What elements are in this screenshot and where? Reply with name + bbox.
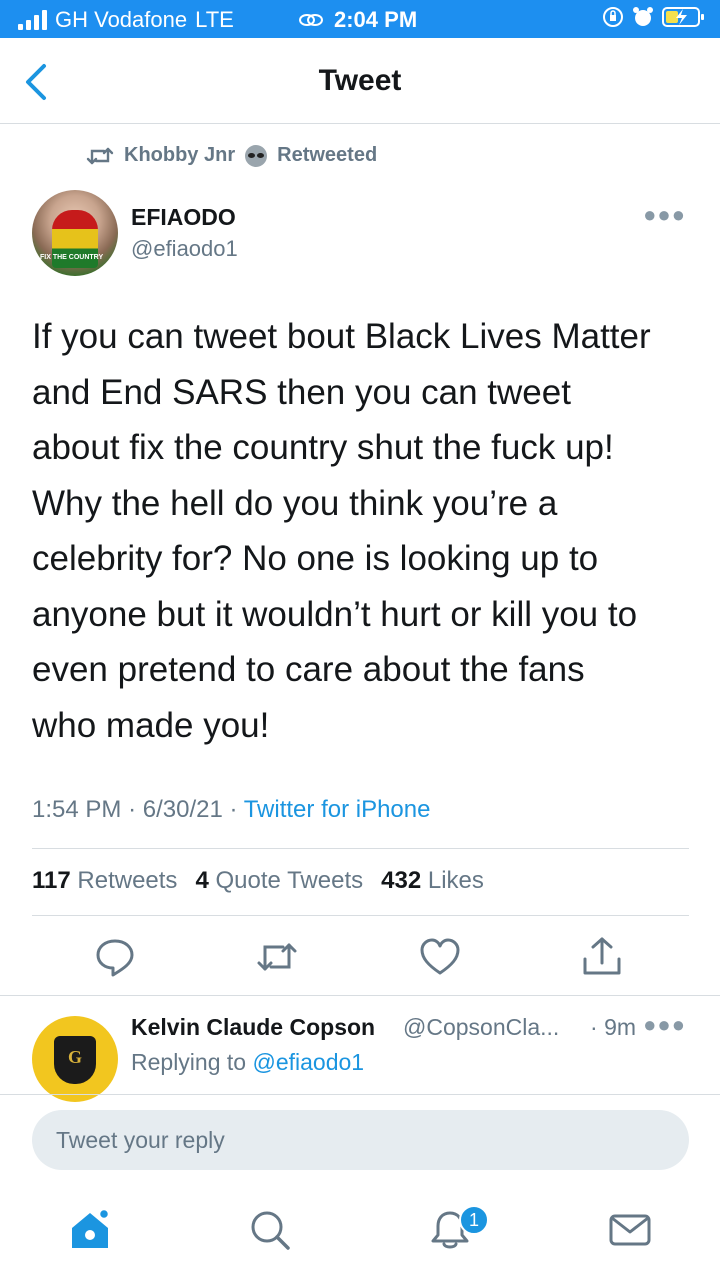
status-right (602, 6, 706, 28)
author-avatar[interactable]: FIX THE COUNTRY (32, 190, 118, 276)
status-bar: GH Vodafone LTE 2:04 PM (0, 0, 720, 38)
tweet-date: 6/30/21 (142, 796, 223, 823)
reply-author-name[interactable]: Kelvin Claude Copson (131, 1014, 375, 1041)
composer-divider (0, 1094, 720, 1095)
replying-prefix: Replying to (131, 1049, 247, 1075)
network-label: LTE (195, 7, 234, 32)
retweeted-label: Retweeted (277, 144, 378, 166)
like-heart-icon[interactable] (418, 935, 462, 979)
reply-icon[interactable] (93, 935, 137, 979)
meta-separator: · (229, 796, 244, 823)
battery-charging-icon (662, 7, 704, 27)
author-name[interactable]: EFIAODO (131, 204, 236, 231)
status-left: GH Vodafone LTE (18, 7, 234, 33)
status-time: 2:04 PM (334, 7, 418, 32)
carrier-label: GH Vodafone (55, 7, 188, 32)
retweet-icon (86, 147, 114, 164)
retweeter-name: Khobby Jnr (124, 144, 236, 166)
home-icon[interactable] (68, 1208, 112, 1252)
page-title: Tweet (318, 64, 402, 97)
author-handle[interactable]: @efiaodo1 (131, 236, 238, 262)
reply-timestamp: · 9m (590, 1014, 637, 1040)
share-icon[interactable] (580, 935, 624, 979)
quote-tweets-stat[interactable]: 4 Quote Tweets (195, 867, 363, 895)
tweet-meta: 1:54 PM · 6/30/21 · Twitter for iPhone (32, 796, 430, 824)
messages-envelope-icon[interactable] (608, 1208, 652, 1252)
divider (32, 915, 689, 916)
reply-author-avatar[interactable] (32, 1016, 118, 1102)
reply-more-options-icon[interactable]: ●●● (643, 1012, 686, 1038)
avatar-caption: FIX THE COUNTRY (40, 254, 104, 261)
alien-emoji-icon (245, 144, 268, 167)
retweet-action-icon[interactable] (255, 935, 299, 979)
tweet-text: If you can tweet bout Black Lives Matter… (32, 317, 651, 745)
tweet-actions (0, 935, 720, 983)
nav-bar: Tweet (0, 38, 720, 124)
likes-stat[interactable]: 432 Likes (381, 867, 484, 895)
alarm-icon (633, 7, 653, 26)
link-icon (299, 14, 323, 26)
replying-to-handle[interactable]: @efiaodo1 (252, 1049, 364, 1075)
tweet-more-options-icon[interactable]: ●●● (643, 202, 686, 228)
rotation-lock-icon (603, 7, 623, 27)
search-icon[interactable] (248, 1208, 292, 1252)
tweet-stats: 117 Retweets 4 Quote Tweets 432 Likes (32, 867, 484, 895)
notification-badge: 1 (459, 1205, 489, 1235)
retweet-context[interactable]: Khobby Jnr Retweeted (86, 144, 377, 167)
tweet-time: 1:54 PM (32, 796, 122, 823)
status-center: 2:04 PM (298, 7, 417, 33)
divider (32, 848, 689, 849)
retweets-stat[interactable]: 117 Retweets (32, 867, 177, 895)
signal-icon (18, 10, 47, 30)
reply-author-handle[interactable]: @CopsonCla... (403, 1014, 559, 1041)
meta-separator: · (128, 796, 143, 823)
replying-to-line: Replying to @efiaodo1 (131, 1049, 364, 1076)
reply-composer-input[interactable] (32, 1110, 689, 1170)
tweet-source-link[interactable]: Twitter for iPhone (244, 796, 431, 823)
crest-logo-icon (54, 1036, 96, 1084)
tab-bar (0, 1190, 720, 1280)
section-divider (0, 995, 720, 996)
